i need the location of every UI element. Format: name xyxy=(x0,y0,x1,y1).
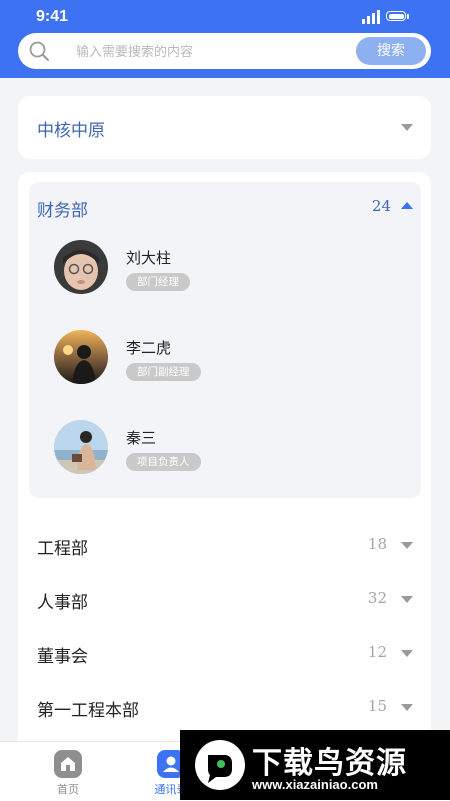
member-item[interactable]: 秦三 项目负责人 xyxy=(54,420,394,476)
member-name: 刘大柱 xyxy=(126,249,172,267)
department-name[interactable]: 财务部 xyxy=(37,196,88,221)
app-header: 9:41 搜索 xyxy=(0,0,450,78)
search-input[interactable] xyxy=(74,33,368,71)
tab-label: 首页 xyxy=(57,783,79,796)
status-bar: 9:41 xyxy=(0,0,450,34)
search-bar: 搜索 xyxy=(18,33,431,71)
department-row[interactable]: 人事部 32 xyxy=(18,578,431,618)
watermark: 下载鸟资源 www.xiazainiao.com xyxy=(180,730,450,800)
department-count: 15 xyxy=(367,697,387,715)
search-button[interactable]: 搜索 xyxy=(356,37,426,65)
tab-home[interactable]: 首页 xyxy=(23,742,113,801)
bird-logo-icon xyxy=(195,740,245,790)
department-row[interactable]: 董事会 12 xyxy=(18,632,431,672)
chevron-down-icon xyxy=(401,124,413,131)
department-name: 工程部 xyxy=(37,539,88,559)
department-name: 第一工程本部 xyxy=(37,701,139,721)
department-count: 12 xyxy=(367,643,387,661)
department-name: 人事部 xyxy=(37,593,88,613)
department-list: 财务部 24 刘大柱 部门经理 李二虎 部门副经理 秦三 项目负责人 工程部 1… xyxy=(18,172,431,772)
member-item[interactable]: 刘大柱 部门经理 xyxy=(54,240,394,296)
department-name: 董事会 xyxy=(37,647,88,667)
avatar xyxy=(54,240,108,294)
department-expanded: 财务部 24 刘大柱 部门经理 李二虎 部门副经理 秦三 项目负责人 xyxy=(29,182,421,498)
watermark-url: www.xiazainiao.com xyxy=(252,777,378,792)
department-count: 18 xyxy=(367,535,387,553)
status-time: 9:41 xyxy=(36,8,69,25)
member-name: 秦三 xyxy=(126,429,157,447)
chevron-up-icon[interactable] xyxy=(401,202,413,209)
role-badge: 项目负责人 xyxy=(126,453,201,471)
avatar xyxy=(54,420,108,474)
company-name: 中核中原 xyxy=(37,121,105,141)
member-name: 李二虎 xyxy=(126,339,172,357)
status-icons xyxy=(362,10,414,24)
department-count: 24 xyxy=(371,197,391,215)
chevron-down-icon xyxy=(401,650,413,657)
role-badge: 部门副经理 xyxy=(126,363,201,381)
chevron-down-icon xyxy=(401,596,413,603)
watermark-title: 下载鸟资源 xyxy=(252,746,407,781)
department-count: 32 xyxy=(367,589,387,607)
company-selector[interactable]: 中核中原 xyxy=(18,96,431,159)
battery-icon xyxy=(386,11,406,21)
department-row[interactable]: 第一工程本部 15 xyxy=(18,686,431,726)
home-icon xyxy=(54,750,82,778)
department-row[interactable]: 工程部 18 xyxy=(18,524,431,564)
member-item[interactable]: 李二虎 部门副经理 xyxy=(54,330,394,386)
role-badge: 部门经理 xyxy=(126,273,190,291)
avatar xyxy=(54,330,108,384)
signal-icon xyxy=(362,10,380,24)
battery-tip xyxy=(407,14,409,19)
search-icon xyxy=(29,41,49,61)
chevron-down-icon xyxy=(401,704,413,711)
chevron-down-icon xyxy=(401,542,413,549)
